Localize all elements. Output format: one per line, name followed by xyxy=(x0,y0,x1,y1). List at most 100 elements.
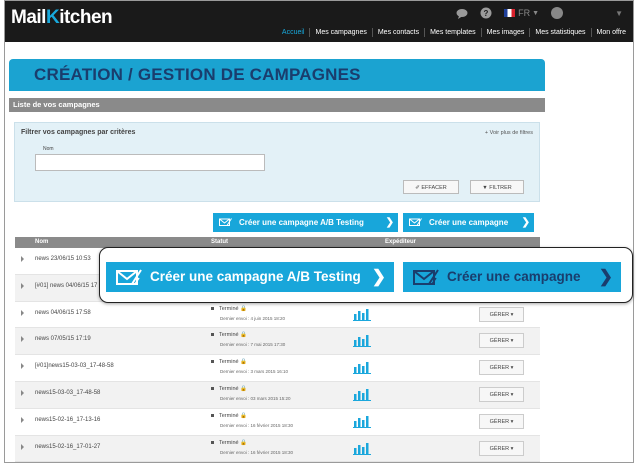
name-field-label: Nom xyxy=(43,146,54,152)
status-dot-icon xyxy=(211,387,214,391)
chevron-right-icon: ❯ xyxy=(598,267,613,286)
statistics-chart-icon[interactable] xyxy=(353,442,371,455)
campaign-name[interactable]: [#01]news15-03-03_17-48-58 xyxy=(35,363,114,369)
create-campaign-label: Créer une campagne xyxy=(429,218,509,227)
statistics-chart-icon[interactable] xyxy=(353,415,371,428)
lock-icon: 🔒 xyxy=(240,385,247,392)
table-row[interactable]: [#01]news15-03-03_17-48-58 Terminé 🔒 Der… xyxy=(15,355,540,382)
last-send-date: Dernier envoi : 4 juin 2015 18:20 xyxy=(220,315,286,321)
page-title: CRÉATION / GESTION DE CAMPAGNES xyxy=(34,65,361,84)
caret-down-icon: ▾ xyxy=(510,311,514,318)
campaign-name[interactable]: news 23/06/15 10:53 xyxy=(35,256,91,262)
create-campaign-button[interactable]: Créer une campagne ❯ xyxy=(403,213,534,232)
caret-down-icon: ▾ xyxy=(510,365,514,372)
lock-icon: 🔒 xyxy=(240,439,247,446)
campaign-name[interactable]: news15-03-03_17-48-58 xyxy=(35,390,100,396)
logo-text-main: Mail xyxy=(11,7,46,28)
chevron-right-icon: ❯ xyxy=(371,267,386,286)
user-avatar-icon[interactable] xyxy=(551,7,564,19)
statistics-chart-icon[interactable] xyxy=(353,334,371,348)
create-ab-campaign-button-zoomed[interactable]: Créer une campagne A/B Testing ❯ xyxy=(106,262,394,292)
filter-title: Filtrer vos campagnes par critères xyxy=(21,129,136,136)
table-row[interactable]: news15-02-16_17-13-16 Terminé 🔒 Dernier … xyxy=(15,409,540,436)
statistics-chart-icon[interactable] xyxy=(353,361,371,375)
nav-item-accueil[interactable]: Accueil xyxy=(277,28,310,37)
status: Terminé 🔒 xyxy=(211,359,247,365)
expand-icon[interactable] xyxy=(21,416,24,423)
account-menu-chevron-icon[interactable]: ▼ xyxy=(615,9,623,18)
expand-icon[interactable] xyxy=(21,256,24,262)
campaign-name[interactable]: news 07/05/15 17:19 xyxy=(35,336,91,342)
manage-button[interactable]: GÉRER ▾ xyxy=(479,413,524,429)
top-icons: ? FR ▼ ▼ xyxy=(456,5,623,21)
page-banner: CRÉATION / GESTION DE CAMPAGNES xyxy=(9,59,545,91)
table-row[interactable]: news 04/06/15 17:58 Terminé 🔒 Dernier en… xyxy=(15,302,540,329)
last-send-date: Dernier envoi : 3 mars 2015 16:10 xyxy=(220,369,289,375)
table-row[interactable]: news15-03-03_17-48-58 Terminé 🔒 Dernier … xyxy=(15,381,540,409)
nav-item-images[interactable]: Mes images xyxy=(480,28,530,37)
clear-button[interactable]: ✐ EFFACER xyxy=(403,180,459,194)
table-row[interactable]: news15-02-16_17-01-27 Terminé 🔒 Dernier … xyxy=(15,435,540,462)
nav-item-offre[interactable]: Mon offre xyxy=(590,28,631,37)
campaign-name[interactable]: news 04/06/15 17:58 xyxy=(35,310,91,316)
chevron-right-icon: ❯ xyxy=(385,217,394,228)
status-label: Terminé xyxy=(219,412,239,419)
statistics-chart-icon[interactable] xyxy=(353,308,371,321)
campaign-name[interactable]: [#01] news 04/06/15 17 xyxy=(35,283,97,289)
envelope-icon xyxy=(409,218,422,226)
expand-icon[interactable] xyxy=(21,363,24,370)
statistics-chart-icon[interactable] xyxy=(353,388,371,401)
expand-icon[interactable] xyxy=(21,309,24,316)
language-selector[interactable]: FR ▼ xyxy=(504,8,539,18)
create-ab-campaign-label: Créer une campagne A/B Testing xyxy=(239,218,364,227)
create-ab-campaign-button[interactable]: Créer une campagne A/B Testing ❯ xyxy=(213,213,398,232)
nav-item-campagnes[interactable]: Mes campagnes xyxy=(309,28,371,37)
caret-down-icon: ▾ xyxy=(510,338,514,345)
chat-icon[interactable] xyxy=(456,8,468,19)
manage-button[interactable]: GÉRER ▾ xyxy=(479,386,524,402)
last-send-date: Dernier envoi : 16 février 2015 18:30 xyxy=(220,449,294,455)
nav-item-templates[interactable]: Mes templates xyxy=(424,28,481,37)
expand-icon[interactable] xyxy=(21,336,24,343)
manage-button[interactable]: GÉRER ▾ xyxy=(479,360,524,376)
app-window: MailKitchen ? FR ▼ ▼ Accueil Mes campagn… xyxy=(4,0,634,463)
name-field[interactable] xyxy=(35,154,265,171)
last-send-date: Dernier envoi : 7 mai 2015 17:30 xyxy=(220,342,286,348)
envelope-icon xyxy=(116,269,142,285)
chevron-down-icon: ▼ xyxy=(532,9,540,17)
top-bar: MailKitchen ? FR ▼ ▼ Accueil Mes campagn… xyxy=(5,1,633,42)
expand-icon[interactable] xyxy=(21,282,24,289)
status-label: Terminé xyxy=(219,332,239,339)
lock-icon: 🔒 xyxy=(240,412,247,419)
manage-button[interactable]: GÉRER ▾ xyxy=(479,440,524,456)
create-campaign-button-zoomed[interactable]: Créer une campagne ❯ xyxy=(403,262,621,292)
more-filters-link[interactable]: + Voir plus de filtres xyxy=(485,130,533,136)
manage-label: GÉRER xyxy=(489,365,510,372)
status-label: Terminé xyxy=(219,385,239,392)
status-dot-icon xyxy=(211,360,214,364)
nav-item-statistiques[interactable]: Mes statistiques xyxy=(529,28,590,37)
manage-button[interactable]: GÉRER ▾ xyxy=(479,306,524,322)
expand-icon[interactable] xyxy=(21,389,24,396)
column-header-name[interactable]: Nom xyxy=(35,237,48,248)
manage-label: GÉRER xyxy=(489,338,510,345)
lock-icon: 🔒 xyxy=(240,359,247,366)
manage-label: GÉRER xyxy=(489,311,510,318)
filter-button[interactable]: ▼ FILTRER xyxy=(470,180,524,194)
manage-button[interactable]: GÉRER ▾ xyxy=(479,333,524,349)
filter-button-label: FILTRER xyxy=(489,185,512,191)
campaign-name[interactable]: news15-02-16_17-01-27 xyxy=(35,444,100,450)
help-icon[interactable]: ? xyxy=(480,7,492,19)
lock-icon: 🔒 xyxy=(240,305,247,312)
status-dot-icon xyxy=(211,306,214,310)
logo[interactable]: MailKitchen xyxy=(11,7,113,29)
expand-icon[interactable] xyxy=(21,443,24,450)
status-label: Terminé xyxy=(219,439,239,446)
status-dot-icon xyxy=(211,413,214,417)
status: Terminé 🔒 xyxy=(211,332,247,338)
nav-item-contacts[interactable]: Mes contacts xyxy=(371,28,424,37)
language-label: FR xyxy=(518,8,531,18)
campaign-name[interactable]: news15-02-16_17-13-16 xyxy=(35,417,100,423)
last-send-date: Dernier envoi : 03 mars 2015 15:20 xyxy=(220,395,291,401)
table-row[interactable]: news 07/05/15 17:19 Terminé 🔒 Dernier en… xyxy=(15,328,540,356)
